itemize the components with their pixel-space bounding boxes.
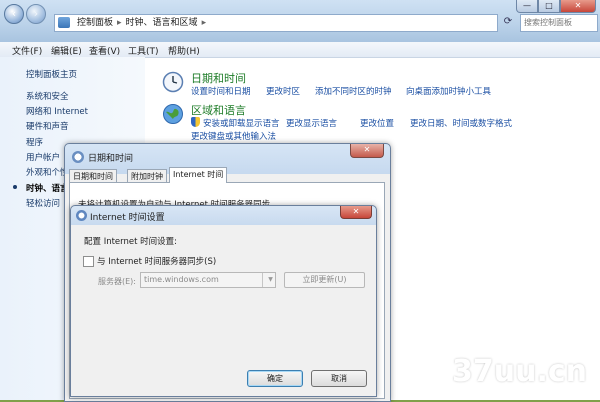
server-dropdown[interactable]: time.windows.com ▼ bbox=[140, 272, 276, 288]
address-bar[interactable]: 控制面板 ▸ 时钟、语言和区域 ▸ bbox=[54, 14, 498, 32]
uac-shield-icon bbox=[191, 117, 200, 127]
breadcrumb: 控制面板 ▸ 时钟、语言和区域 ▸ bbox=[77, 18, 207, 28]
update-now-button[interactable]: 立即更新(U) bbox=[284, 272, 365, 288]
clock-icon bbox=[72, 151, 84, 163]
watermark-ghost-text: 十巴兔 bbox=[482, 331, 555, 356]
region-category-title[interactable]: 区域和语言 bbox=[191, 102, 246, 118]
sidebar-item-network[interactable]: 网络和 Internet bbox=[26, 105, 88, 117]
breadcrumb-control-panel[interactable]: 控制面板 bbox=[77, 18, 113, 28]
close-button[interactable]: ✕ bbox=[560, 0, 596, 13]
link-change-location[interactable]: 更改位置 bbox=[360, 117, 394, 129]
link-change-formats[interactable]: 更改日期、时间或数字格式 bbox=[410, 117, 512, 129]
menu-file[interactable]: 文件(F) bbox=[12, 44, 42, 57]
link-install-language[interactable]: 安装或卸载显示语言 bbox=[203, 117, 280, 129]
menu-edit[interactable]: 编辑(E) bbox=[51, 44, 82, 57]
menu-help[interactable]: 帮助(H) bbox=[168, 44, 200, 57]
menu-bar: 文件(F) 编辑(E) 查看(V) 工具(T) 帮助(H) bbox=[0, 42, 600, 58]
maximize-button[interactable]: □ bbox=[538, 0, 560, 13]
forward-button[interactable]: › bbox=[26, 4, 46, 24]
sync-checkbox[interactable] bbox=[83, 256, 94, 267]
sidebar-item-home[interactable]: 控制面板主页 bbox=[26, 68, 77, 80]
menu-view[interactable]: 查看(V) bbox=[89, 44, 120, 57]
sidebar-item-appearance[interactable]: 外观和个性 bbox=[26, 166, 69, 178]
globe-clock-icon bbox=[76, 210, 87, 221]
datetime-category-title[interactable]: 日期和时间 bbox=[191, 70, 246, 86]
sidebar-item-programs[interactable]: 程序 bbox=[26, 136, 43, 148]
server-value: time.windows.com bbox=[144, 275, 219, 284]
watermark: 37uu.cn bbox=[452, 354, 587, 389]
sidebar-item-user-accounts[interactable]: 用户帐户 bbox=[26, 151, 60, 163]
link-change-display-language[interactable]: 更改显示语言 bbox=[286, 117, 337, 129]
dialog-title: 日期和时间 bbox=[88, 154, 134, 164]
server-label: 服务器(E): bbox=[98, 277, 136, 286]
tab-date-time[interactable]: 日期和时间 bbox=[69, 169, 117, 183]
chevron-down-icon[interactable]: ▼ bbox=[262, 273, 275, 287]
window-titlebar: ‹ › 控制面板 ▸ 时钟、语言和区域 ▸ ⟳ 搜索控制面板 — □ ✕ bbox=[0, 0, 600, 42]
menu-tools[interactable]: 工具(T) bbox=[128, 44, 159, 57]
sidebar-item-hardware[interactable]: 硬件和声音 bbox=[26, 120, 69, 132]
link-add-clock-gadget[interactable]: 向桌面添加时钟小工具 bbox=[406, 85, 491, 97]
control-panel-icon bbox=[58, 17, 70, 28]
tab-internet-time[interactable]: Internet 时间 bbox=[169, 167, 228, 183]
minimize-button[interactable]: — bbox=[516, 0, 538, 13]
sidebar-item-ease-of-access[interactable]: 轻松访问 bbox=[26, 197, 60, 209]
sidebar-item-system-security[interactable]: 系统和安全 bbox=[26, 90, 69, 102]
ok-button[interactable]: 确定 bbox=[247, 370, 303, 387]
tab-additional-clocks[interactable]: 附加时钟 bbox=[127, 169, 167, 183]
dialog-title: Internet 时间设置 bbox=[90, 213, 165, 223]
cancel-button[interactable]: 取消 bbox=[311, 370, 367, 387]
link-change-keyboard[interactable]: 更改键盘或其他输入法 bbox=[191, 130, 276, 142]
close-button[interactable]: ✕ bbox=[340, 206, 372, 219]
globe-icon bbox=[162, 103, 184, 125]
link-add-clocks[interactable]: 添加不同时区的时钟 bbox=[315, 85, 392, 97]
current-item-bullet-icon bbox=[13, 185, 17, 189]
close-button[interactable]: ✕ bbox=[350, 144, 384, 158]
search-input[interactable]: 搜索控制面板 bbox=[520, 14, 598, 32]
back-button[interactable]: ‹ bbox=[4, 4, 24, 24]
settings-heading: 配置 Internet 时间设置: bbox=[84, 237, 178, 247]
link-change-timezone[interactable]: 更改时区 bbox=[266, 85, 300, 97]
refresh-icon[interactable]: ⟳ bbox=[501, 15, 515, 29]
window-caption-buttons: — □ ✕ bbox=[516, 0, 596, 13]
internet-time-dialog: Internet 时间设置 ✕ 配置 Internet 时间设置: 与 Inte… bbox=[70, 205, 377, 397]
link-set-time-date[interactable]: 设置时间和日期 bbox=[191, 85, 251, 97]
clock-icon bbox=[162, 71, 184, 93]
sidebar-item-clock-language[interactable]: 时钟、语言 bbox=[26, 182, 69, 194]
breadcrumb-clock-region[interactable]: 时钟、语言和区域 bbox=[126, 18, 198, 28]
sync-checkbox-label[interactable]: 与 Internet 时间服务器同步(S) bbox=[97, 255, 216, 267]
